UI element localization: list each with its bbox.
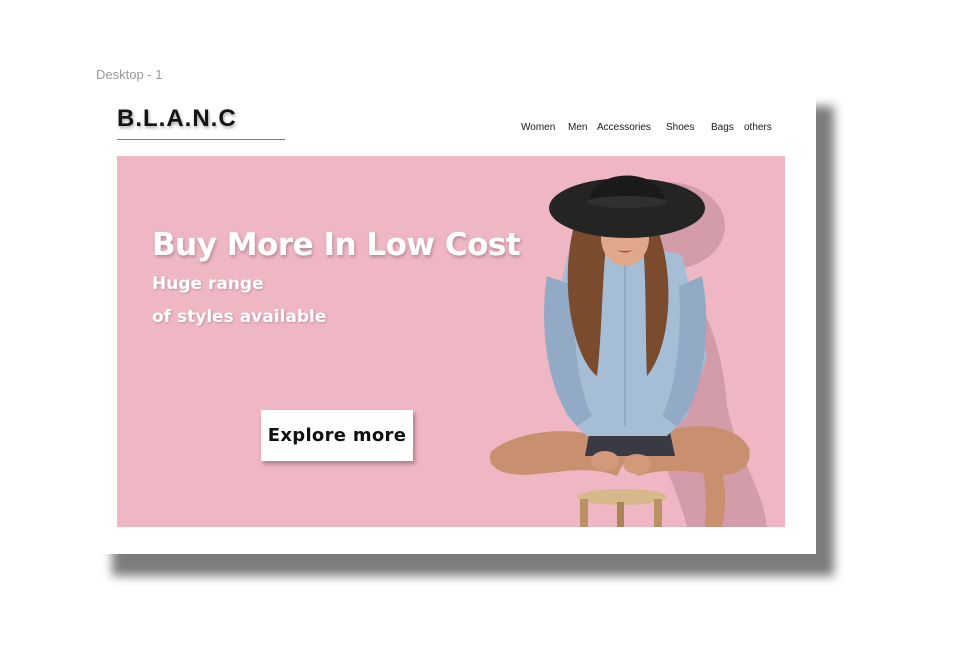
- logo-underline: [117, 139, 285, 140]
- nav-item-shoes[interactable]: Shoes: [666, 122, 694, 133]
- hero-banner: Buy More In Low Cost Huge range of style…: [117, 156, 785, 527]
- nav-item-accessories[interactable]: Accessories: [597, 122, 651, 133]
- nav-item-women[interactable]: Women: [521, 122, 555, 133]
- nav-item-others[interactable]: others: [744, 122, 772, 133]
- main-nav: Women Men Accessories Shoes Bags others: [95, 122, 816, 136]
- nav-item-bags[interactable]: Bags: [711, 122, 734, 133]
- hero-subtitle-line-1: Huge range: [152, 274, 264, 294]
- stool: [577, 489, 667, 527]
- nav-item-men[interactable]: Men: [568, 122, 587, 133]
- hero-model-image: [489, 175, 767, 527]
- desktop-frame: B.L.A.N.C Women Men Accessories Shoes Ba…: [95, 88, 816, 554]
- design-canvas: Desktop - 1 B.L.A.N.C Women Men Accessor…: [0, 0, 967, 670]
- hero-title: Buy More In Low Cost: [152, 227, 521, 263]
- frame-label[interactable]: Desktop - 1: [96, 67, 162, 82]
- explore-more-button[interactable]: Explore more: [261, 410, 413, 461]
- hero-subtitle-line-2: of styles available: [152, 307, 327, 327]
